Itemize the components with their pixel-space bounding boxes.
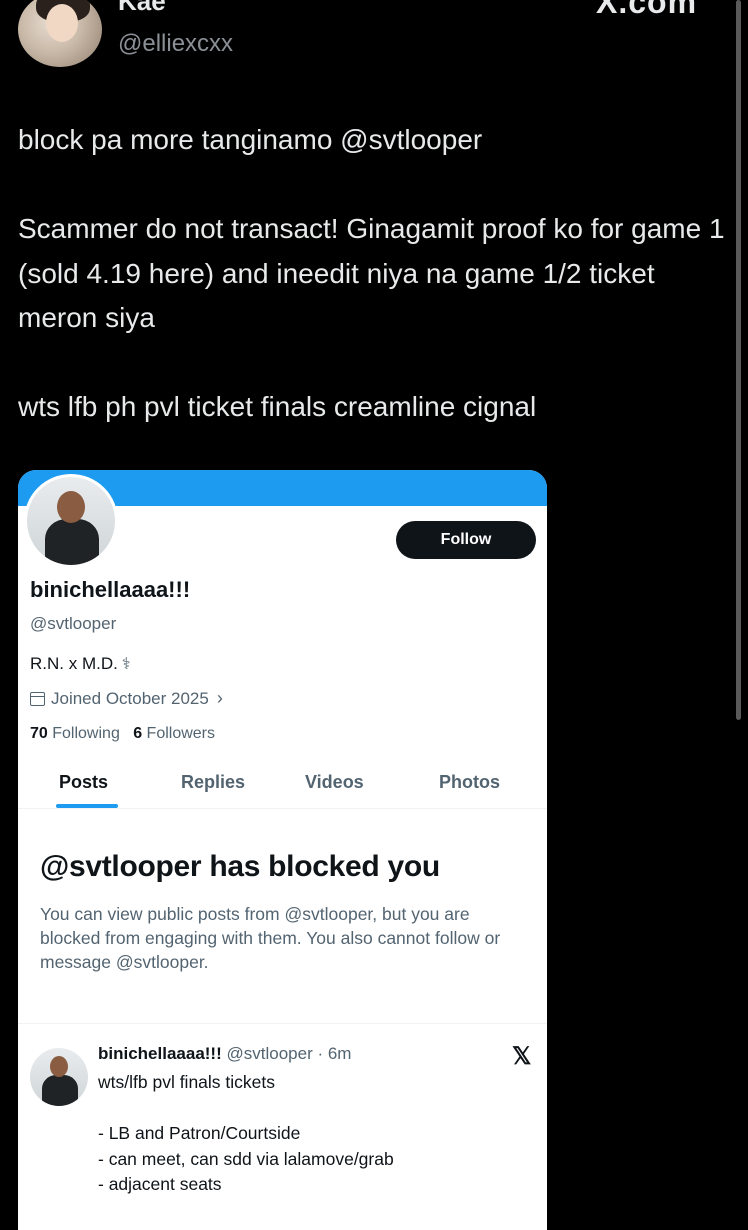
post-header: binichellaaaa!!! @svtlooper · 6m — [98, 1044, 351, 1064]
embedded-screenshot[interactable]: Follow binichellaaaa!!! @svtlooper R.N. … — [18, 470, 547, 1230]
tab-replies: Replies — [181, 772, 246, 792]
post-body: wts/lfb pvl finals tickets - LB and Patr… — [98, 1070, 518, 1198]
tweet-paragraph: block pa more tanginamo @svtlooper — [18, 124, 483, 155]
avatar-face — [46, 4, 78, 42]
chevron-right-icon: › — [216, 688, 223, 708]
profile-tabs: Posts Replies Videos Photos — [18, 760, 547, 809]
post-author-name: binichellaaaa!!! — [98, 1044, 222, 1063]
post-line — [98, 1096, 518, 1122]
tab-videos: Videos — [305, 772, 364, 792]
post-line: - adjacent seats — [98, 1174, 222, 1194]
brand-watermark: X.com — [596, 0, 698, 20]
author-name[interactable]: Kae — [118, 0, 166, 17]
blocked-description: You can view public posts from @svtloope… — [40, 904, 501, 972]
profile-bio-text: R.N. x M.D. — [30, 654, 118, 673]
calendar-icon — [30, 691, 45, 706]
profile-follow-stats: 70 Following 6 Followers — [30, 725, 215, 743]
followers-count: 6 — [133, 725, 143, 742]
tab-photos: Photos — [439, 772, 500, 792]
tweet-text: block pa more tanginamo @svtlooper Scamm… — [18, 118, 738, 430]
divider — [18, 1023, 547, 1024]
tweet-paragraph: Scammer do not transact! Ginagamit proof… — [18, 213, 725, 333]
tab-posts: Posts — [59, 772, 109, 792]
blocked-title: @svtlooper has blocked you — [40, 850, 440, 883]
active-tab-indicator — [56, 804, 118, 808]
followers-label: Followers — [146, 725, 216, 742]
x-logo-icon: 𝕏 — [512, 1043, 532, 1070]
author-avatar[interactable] — [18, 0, 102, 67]
profile-bio: R.N. x M.D. ⚕ — [30, 654, 131, 674]
follow-button[interactable]: Follow — [396, 521, 536, 559]
author-handle[interactable]: @elliexcxx — [118, 30, 233, 58]
post-line: - can meet, can sdd via lalamove/grab — [98, 1148, 394, 1169]
post-line: - LB and Patron/Courtside — [98, 1123, 301, 1143]
profile-display-name: binichellaaaa!!! — [30, 577, 191, 602]
tweet-paragraph: wts lfb ph pvl ticket finals creamline c… — [18, 391, 537, 422]
profile-avatar — [24, 474, 118, 568]
following-label: Following — [52, 725, 120, 742]
following-count: 70 — [30, 725, 48, 742]
profile-joined: Joined October 2025 › — [30, 688, 223, 709]
stethoscope-icon: ⚕ — [121, 656, 131, 673]
post-line: wts/lfb pvl finals tickets — [98, 1072, 275, 1092]
profile-joined-text: Joined October 2025 — [51, 688, 209, 708]
post-handle-time: @svtlooper · 6m — [226, 1044, 352, 1063]
profile-handle: @svtlooper — [30, 614, 117, 633]
post-avatar — [30, 1048, 88, 1106]
